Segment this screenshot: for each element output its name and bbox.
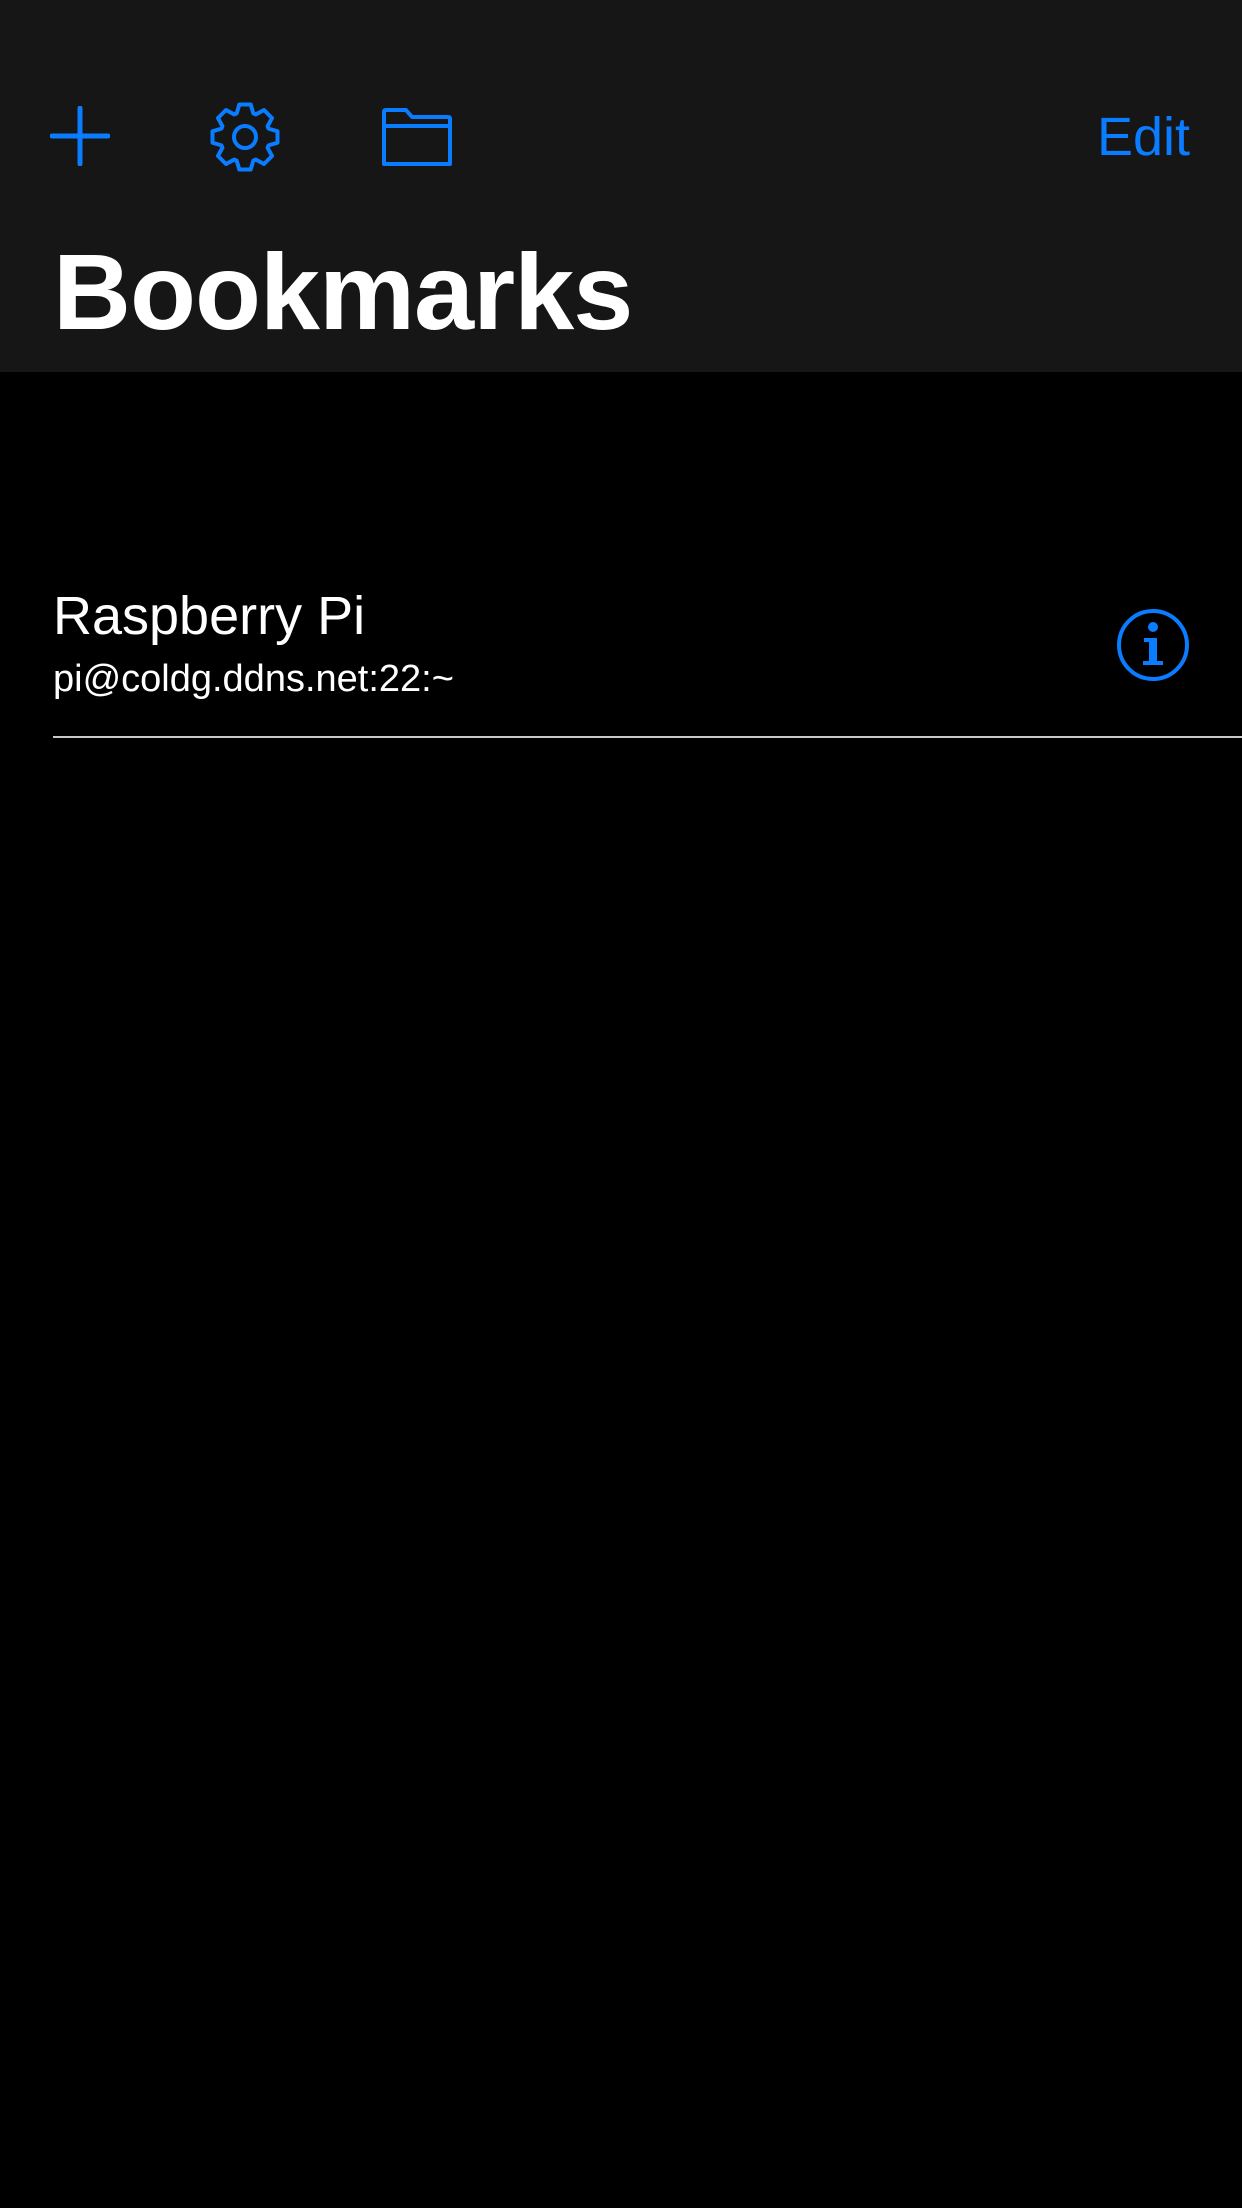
bookmark-address: pi@coldg.ddns.net:22:~ xyxy=(53,658,454,700)
plus-icon xyxy=(50,106,110,166)
edit-button[interactable]: Edit xyxy=(1097,104,1190,170)
folder-icon xyxy=(382,108,452,166)
row-separator xyxy=(53,736,1242,738)
gear-icon xyxy=(210,102,280,172)
info-icon xyxy=(1117,609,1189,681)
page-title: Bookmarks xyxy=(53,231,633,352)
bookmark-row[interactable]: Raspberry Pi pi@coldg.ddns.net:22:~ xyxy=(0,560,1242,738)
bookmark-name: Raspberry Pi xyxy=(53,586,366,646)
add-bookmark-button[interactable] xyxy=(44,100,116,172)
settings-button[interactable] xyxy=(205,99,285,175)
bookmark-list: Raspberry Pi pi@coldg.ddns.net:22:~ xyxy=(0,560,1242,738)
bookmark-info-button[interactable] xyxy=(1114,606,1192,684)
folders-button[interactable] xyxy=(378,104,456,170)
navigation-bar: Edit Bookmarks xyxy=(0,0,1242,372)
